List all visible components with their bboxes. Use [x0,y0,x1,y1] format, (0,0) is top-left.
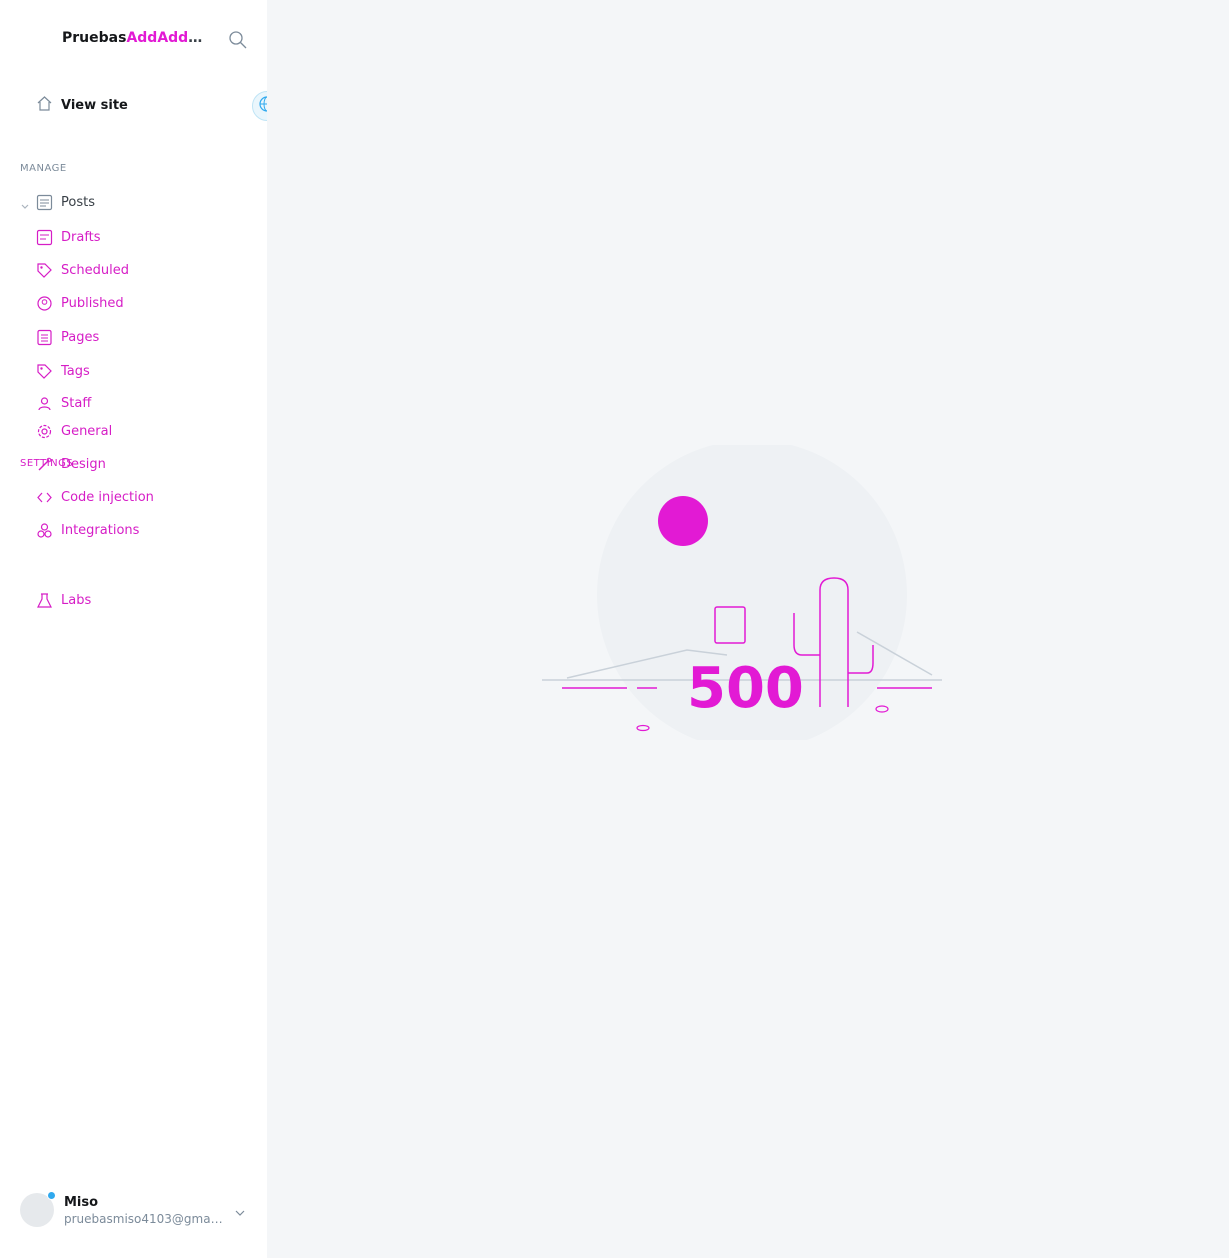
sidebar-item-staff[interactable]: Staff [36,392,91,414]
home-icon [36,95,53,116]
error-code: 500 [687,656,804,721]
sun-shape [658,496,708,546]
view-site-link[interactable]: View site [36,94,128,116]
sidebar-item-label: Labs [61,592,92,608]
sidebar-item-label: Design [61,456,106,472]
sidebar-item-label: General [61,423,113,439]
sidebar: PruebasAddAddA... View site MANAGE Posts… [0,0,282,1258]
sidebar-item-code-injection[interactable]: Code injection [36,486,154,508]
sidebar-item-general[interactable]: General [36,420,112,442]
sidebar-item-label: Staff [61,395,92,411]
flask-icon [36,592,53,609]
sidebar-item-label: Drafts [61,229,101,245]
members-icon [36,295,53,312]
sidebar-item-label: Pages [61,329,100,345]
sidebar-item-label: Scheduled [61,262,129,278]
search-icon[interactable] [228,30,248,50]
site-title[interactable]: PruebasAddAddA... [62,30,212,52]
sidebar-item-integrations[interactable]: Integrations [36,519,139,541]
sidebar-item-drafts[interactable]: Drafts [36,226,101,248]
integrations-icon [36,522,53,539]
sidebar-item-tags[interactable]: Tags [36,360,90,382]
status-badge [47,1191,56,1200]
sidebar-item-label: Code injection [61,489,154,505]
avatar [20,1191,56,1227]
sidebar-item-scheduled[interactable]: Scheduled [36,259,129,281]
user-email: pruebasmiso4103@gmai... [64,1211,224,1226]
drafts-icon [36,229,53,246]
site-title-suffix: AddAddA... [126,30,212,46]
staff-icon [36,395,53,412]
chevron-down-icon[interactable] [234,1204,246,1216]
error-500-illustration: 500 [542,445,942,740]
user-menu[interactable]: Miso pruebasmiso4103@gmai... [20,1188,252,1232]
pages-icon [36,329,53,346]
view-site-label: View site [61,97,128,113]
sidebar-item-label: Posts [61,194,95,210]
sidebar-item-pages[interactable]: Pages [36,326,99,348]
sidebar-item-labs[interactable]: Labs [36,589,91,611]
sidebar-item-label: Tags [61,363,90,379]
sidebar-item-design[interactable]: Design [36,453,106,475]
rock-shape [875,705,889,713]
user-name: Miso [64,1194,99,1210]
site-title-name: Pruebas [62,30,127,46]
tag-icon [36,262,53,279]
tag-icon [36,363,53,380]
sidebar-item-published[interactable]: Published [36,292,124,314]
posts-icon [36,194,53,211]
main-content: 500 [267,0,1229,1258]
sidebar-item-label: Published [61,295,124,311]
rock-shape [636,724,650,732]
code-icon [36,489,53,506]
design-icon [36,456,53,473]
chevron-down-icon[interactable] [20,197,30,209]
sidebar-item-label: Integrations [61,522,140,538]
manage-section-label: MANAGE [20,163,67,174]
gear-icon [36,423,53,440]
sidebar-item-posts[interactable]: Posts [36,191,95,213]
